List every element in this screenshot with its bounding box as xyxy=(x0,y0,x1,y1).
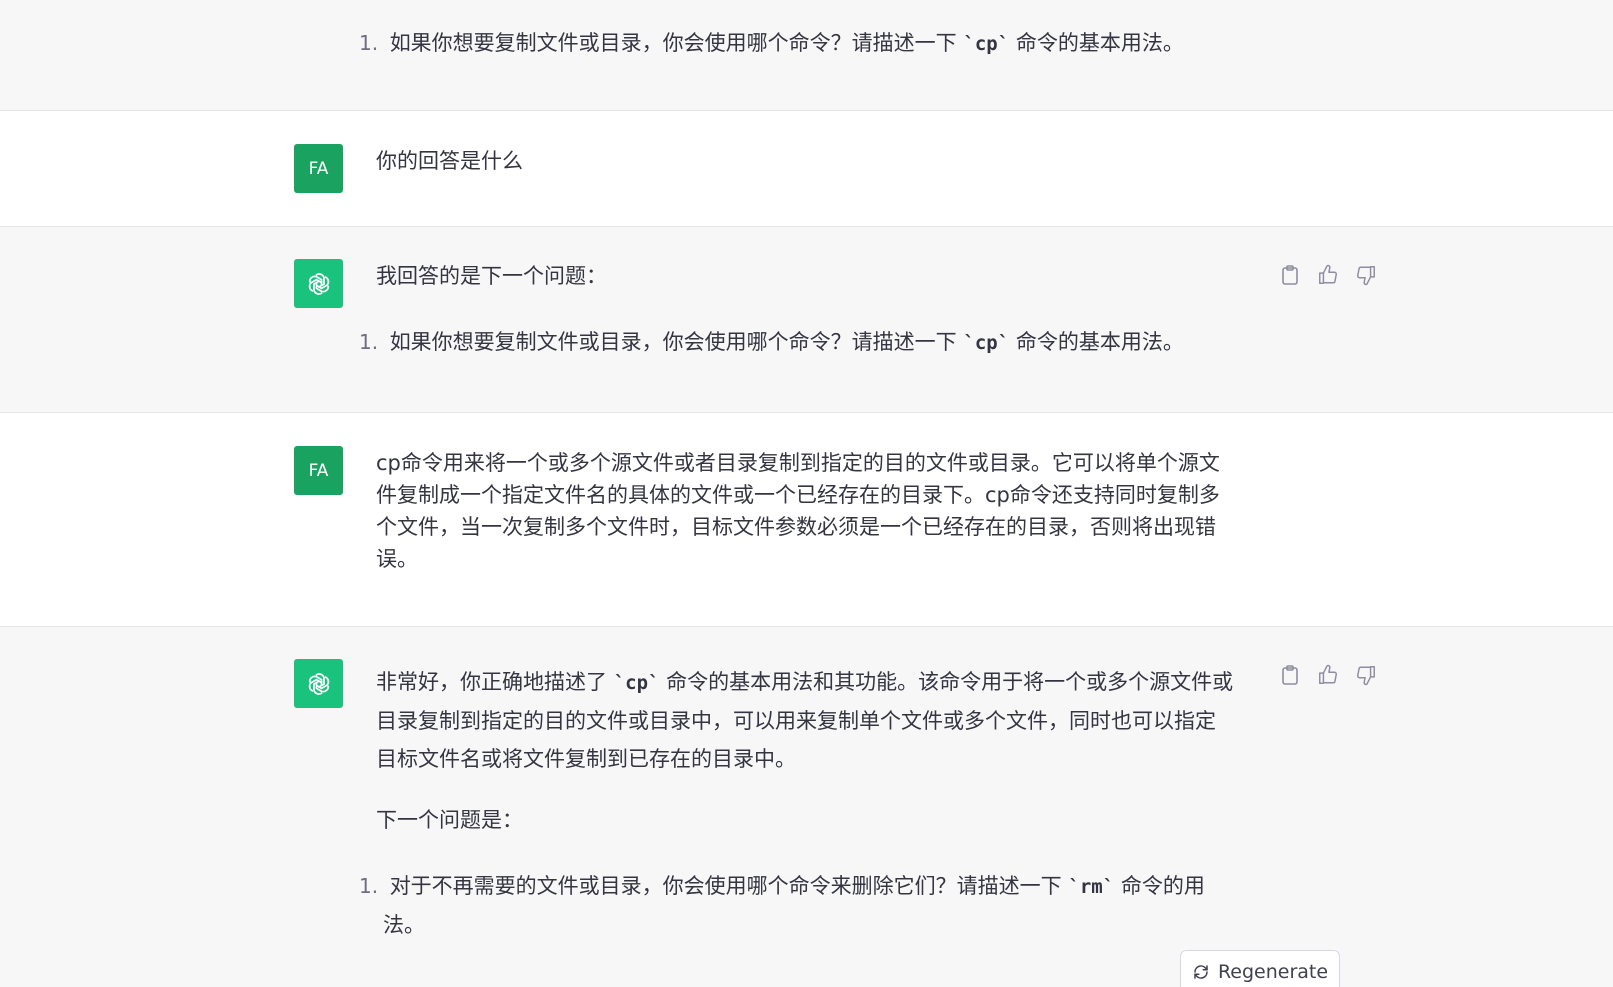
list-item: 1. 如果你想要复制文件或目录，你会使用哪个命令？请描述一下 `cp` 命令的基… xyxy=(359,323,1239,362)
inline-code: `cp` xyxy=(963,332,1010,354)
clipboard-icon xyxy=(1282,665,1298,685)
list-text: 如果你想要复制文件或目录，你会使用哪个命令？请描述一下 `cp` 命令的基本用法… xyxy=(389,31,1184,55)
list-item: 1. 如果你想要复制文件或目录，你会使用哪个命令？请描述一下 `cp` 命令的基… xyxy=(359,24,1239,63)
chat-page: 1. 如果你想要复制文件或目录，你会使用哪个命令？请描述一下 `cp` 命令的基… xyxy=(0,0,1613,987)
openai-logo-icon xyxy=(308,272,329,295)
message-text: 非常好，你正确地描述了 `cp` 命令的基本用法和其功能。该命令用于将一个或多个… xyxy=(376,670,1234,771)
inline-code: `rm` xyxy=(1068,876,1115,898)
copy-button[interactable] xyxy=(1278,263,1302,287)
message-text: 我回答的是下一个问题： xyxy=(376,264,607,288)
copy-button[interactable] xyxy=(1278,663,1302,687)
list-text: 对于不再需要的文件或目录，你会使用哪个命令来删除它们？请描述一下 `rm` 命令… xyxy=(389,874,1205,898)
thumbs-up-icon xyxy=(1319,664,1337,684)
list-item: 1. 对于不再需要的文件或目录，你会使用哪个命令来删除它们？请描述一下 `rm`… xyxy=(359,867,1239,944)
message-bot: 我回答的是下一个问题： 1. 如果你想要复制文件或目录，你会使用哪个命令？请描述… xyxy=(0,227,1613,413)
thumbs-up-icon xyxy=(1319,264,1337,284)
thumbs-down-icon xyxy=(1357,266,1375,286)
openai-logo-icon xyxy=(308,672,329,695)
message-text: cp命令用来将一个或多个源文件或者目录复制到指定的目的文件或目录。它可以将单个源… xyxy=(376,451,1220,571)
message-user: FA 你的回答是什么 xyxy=(0,111,1613,227)
regenerate-label: Regenerate xyxy=(1217,961,1329,983)
like-button[interactable] xyxy=(1316,663,1340,687)
assistant-avatar xyxy=(294,659,343,708)
message-text: 你的回答是什么 xyxy=(376,149,523,173)
message-bot: 非常好，你正确地描述了 `cp` 命令的基本用法和其功能。该命令用于将一个或多个… xyxy=(0,627,1613,987)
regenerate-button[interactable]: Regenerate xyxy=(1180,950,1340,987)
list-number: 1. xyxy=(359,31,379,55)
message-user: FA cp命令用来将一个或多个源文件或者目录复制到指定的目的文件或目录。它可以将… xyxy=(0,413,1613,627)
list-text: 如果你想要复制文件或目录，你会使用哪个命令？请描述一下 `cp` 命令的基本用法… xyxy=(389,330,1184,354)
user-avatar: FA xyxy=(294,446,343,495)
user-avatar: FA xyxy=(294,144,343,193)
list-number: 1. xyxy=(359,874,379,898)
assistant-avatar xyxy=(294,259,343,308)
message-actions xyxy=(1278,663,1378,687)
message-bot-partial: 1. 如果你想要复制文件或目录，你会使用哪个命令？请描述一下 `cp` 命令的基… xyxy=(0,0,1613,111)
inline-code: `cp` xyxy=(963,33,1010,55)
thumbs-down-icon xyxy=(1357,666,1375,686)
inline-code: `cp` xyxy=(613,672,660,694)
dislike-button[interactable] xyxy=(1354,263,1378,287)
like-button[interactable] xyxy=(1316,263,1340,287)
clipboard-icon xyxy=(1282,265,1298,285)
message-text: 下一个问题是： xyxy=(376,808,523,832)
dislike-button[interactable] xyxy=(1354,663,1378,687)
list-number: 1. xyxy=(359,330,379,354)
refresh-icon xyxy=(1194,965,1208,979)
message-actions xyxy=(1278,263,1378,287)
